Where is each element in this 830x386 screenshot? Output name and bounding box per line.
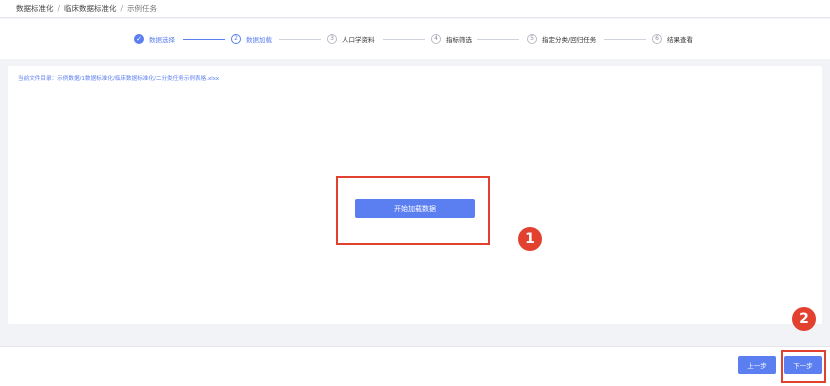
check-icon: ✓ xyxy=(134,34,144,44)
annotation-marker-2: 2 xyxy=(792,307,816,331)
breadcrumb-separator: / xyxy=(120,4,124,13)
step-indicator-filter[interactable]: 4 指标筛选 xyxy=(431,33,472,45)
breadcrumb-item-current: 示例任务 xyxy=(127,4,158,13)
step-demographics[interactable]: 3 人口学资料 xyxy=(327,33,375,45)
step-number: 5 xyxy=(527,34,537,44)
step-number: 6 xyxy=(652,34,662,44)
step-number: 2 xyxy=(231,34,241,44)
file-path: 当前文件目录：示例数据/1数据标准化/临床数据标准化/二分类任务示例表格.xls… xyxy=(18,76,220,82)
step-results[interactable]: 6 结果查看 xyxy=(652,33,693,45)
step-task-assignment[interactable]: 5 指定分类/回归任务 xyxy=(527,33,596,45)
stepper: ✓ 数据选择 2 数据加载 3 人口学资料 4 指标筛选 5 指定分类/回归任务… xyxy=(0,19,830,59)
step-data-loading[interactable]: 2 数据加载 xyxy=(231,33,272,45)
footer-bar: 上一步 下一步 xyxy=(0,346,830,386)
highlight-box-load xyxy=(336,176,490,245)
step-connector xyxy=(383,39,425,40)
annotation-marker-1: 1 xyxy=(518,227,542,251)
step-label: 人口学资料 xyxy=(342,36,375,44)
breadcrumb-separator: / xyxy=(57,4,61,13)
step-label: 数据选择 xyxy=(149,36,175,44)
step-label: 指定分类/回归任务 xyxy=(542,36,597,44)
step-connector xyxy=(279,39,321,40)
step-connector xyxy=(183,39,225,40)
step-label: 数据加载 xyxy=(246,36,272,44)
step-label: 结果查看 xyxy=(667,36,693,44)
breadcrumb-item-clinical[interactable]: 临床数据标准化 xyxy=(64,4,117,13)
step-number: 3 xyxy=(327,34,337,44)
previous-step-button[interactable]: 上一步 xyxy=(738,356,776,374)
breadcrumb: 数据标准化 / 临床数据标准化 / 示例任务 xyxy=(0,0,830,18)
step-data-selection[interactable]: ✓ 数据选择 xyxy=(134,33,175,45)
step-connector xyxy=(477,39,519,40)
highlight-box-next xyxy=(781,350,826,383)
breadcrumb-item-standardization[interactable]: 数据标准化 xyxy=(16,4,54,13)
step-number: 4 xyxy=(431,34,441,44)
step-connector xyxy=(604,39,646,40)
step-label: 指标筛选 xyxy=(446,36,472,44)
